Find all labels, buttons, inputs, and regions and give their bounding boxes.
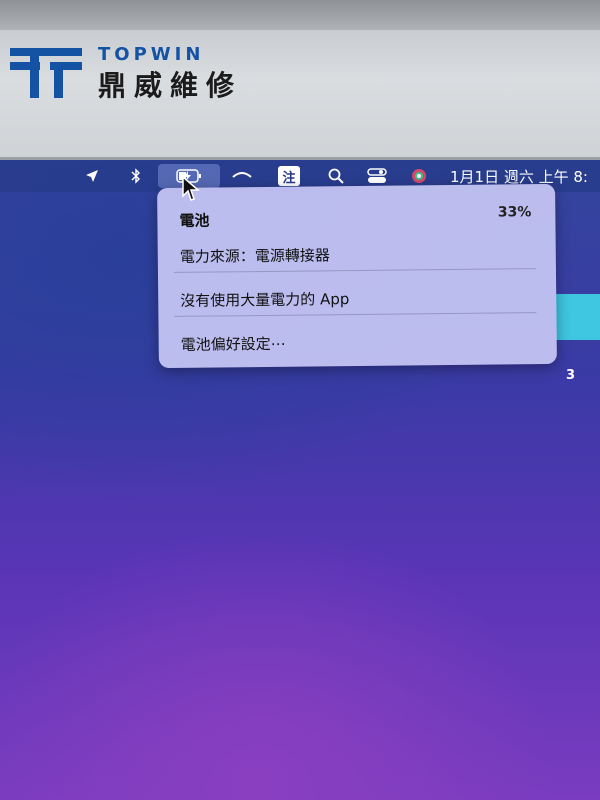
- input-method-icon[interactable]: 注: [278, 166, 300, 186]
- control-center-icon[interactable]: [364, 164, 390, 188]
- search-icon[interactable]: [324, 164, 348, 188]
- watermark-brand-en: TOPWIN: [98, 44, 205, 65]
- battery-dropdown-menu: 電池 33% 電力來源：電源轉接器 沒有使用大量電力的 App 電池偏好設定⋯: [157, 183, 557, 369]
- menu-separator: [174, 312, 537, 317]
- notification-badge: 3: [566, 368, 576, 383]
- watermark-logo: TOPWIN 鼎威維修: [10, 44, 270, 104]
- bluetooth-icon[interactable]: [126, 164, 146, 188]
- topwin-logo-icon: [10, 48, 82, 98]
- battery-preferences-item[interactable]: 電池偏好設定⋯: [181, 333, 286, 355]
- battery-percent: 33%: [497, 204, 532, 221]
- mouse-pointer-icon: [182, 176, 200, 201]
- background-window-strip: [556, 294, 600, 340]
- menu-separator: [173, 268, 536, 273]
- wifi-icon[interactable]: [228, 164, 256, 188]
- location-arrow-icon[interactable]: [80, 164, 104, 188]
- battery-menu-title: 電池: [179, 211, 210, 230]
- power-source-label: 電力來源：電源轉接器: [179, 246, 330, 266]
- no-heavy-apps-label: 沒有使用大量電力的 App: [180, 290, 350, 310]
- watermark-brand-cn: 鼎威維修: [98, 69, 243, 102]
